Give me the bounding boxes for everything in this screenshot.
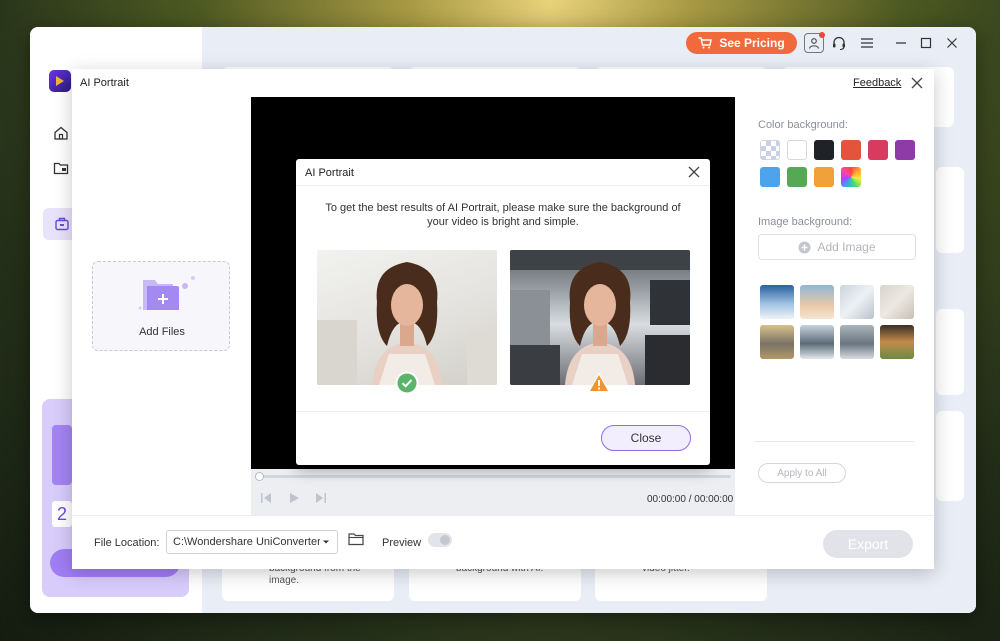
menu-icon[interactable] [856,32,878,54]
add-circle-icon [798,241,811,253]
background-thumbnail[interactable] [760,325,794,359]
swatch-orange-red[interactable] [841,140,861,160]
promo-number: 2 [52,501,72,527]
see-pricing-label: See Pricing [719,36,785,50]
close-window-icon[interactable] [941,32,963,54]
swatch-amber[interactable] [814,167,834,187]
time-separator: / [688,494,692,505]
account-icon[interactable] [804,32,825,53]
file-location-label: File Location: [94,537,160,549]
cart-icon [698,37,713,49]
app-logo [49,70,71,92]
previous-frame-icon[interactable] [259,491,273,505]
chevron-down-icon [320,535,332,549]
dialog-footer-divider [296,411,710,412]
maximize-icon[interactable] [915,32,937,54]
background-thumbnail[interactable] [840,285,874,319]
swatch-blue[interactable] [760,167,780,187]
add-folder-icon [138,276,195,310]
preview-toggle[interactable] [428,533,452,547]
add-files-label: Add Files [139,326,185,338]
background-thumbnail[interactable] [880,285,914,319]
feature-card[interactable] [936,411,964,501]
preview-label: Preview [382,537,422,549]
add-image-label: Add Image [817,240,876,254]
see-pricing-button[interactable]: See Pricing [686,32,797,54]
browse-folder-icon[interactable] [348,532,366,550]
video-progress-track[interactable] [255,472,731,481]
warning-icon [588,372,610,393]
portrait-figure [317,262,497,385]
minimize-icon[interactable] [890,32,912,54]
panel-footer: File Location: C:\Wondershare UniConvert… [72,515,934,569]
good-example-photo [317,250,497,385]
background-thumbnail[interactable] [760,285,794,319]
close-button[interactable]: Close [601,425,691,451]
swatch-green[interactable] [787,167,807,187]
panel-header: AI Portrait Feedback [72,69,934,97]
background-thumbnail[interactable] [840,325,874,359]
bad-example-photo [510,250,690,385]
toggle-knob [440,535,450,545]
video-time: 00:00:00 / 00:00:00 [647,494,733,505]
next-frame-icon[interactable] [314,491,328,505]
dialog-title: AI Portrait [305,167,354,179]
video-progress-knob[interactable] [255,472,264,481]
add-files-dropzone[interactable]: Add Files [92,261,230,351]
swatch-white[interactable] [787,140,807,160]
promo-graphic [52,425,72,485]
background-thumbnail[interactable] [800,325,834,359]
dialog-message: To get the best results of AI Portrait, … [325,202,681,228]
video-controls: 00:00:00 / 00:00:00 [251,469,735,515]
headset-icon[interactable] [828,32,850,54]
current-time: 00:00:00 [647,494,686,505]
feedback-link[interactable]: Feedback [853,77,901,89]
export-button[interactable]: Export [823,530,913,558]
portrait-figure [510,250,690,385]
add-image-button[interactable]: Add Image [758,234,916,260]
feature-card[interactable] [936,167,964,253]
notification-dot [819,32,825,38]
swatch-crimson[interactable] [868,140,888,160]
swatch-black[interactable] [814,140,834,160]
feature-card[interactable] [936,309,964,395]
dialog-header: AI Portrait [296,159,710,186]
play-icon[interactable] [287,491,301,505]
total-time: 00:00:00 [694,494,734,505]
check-icon [395,371,419,395]
file-location-value: C:\Wondershare UniConverter 1 [173,536,330,548]
panel-title: AI Portrait [80,77,129,89]
apply-to-all-button[interactable]: Apply to All [758,463,846,483]
ai-portrait-dialog: AI Portrait To get the best results of A… [296,159,710,465]
background-thumbnail[interactable] [800,285,834,319]
swatch-custom-color[interactable] [841,167,861,187]
background-thumbnail[interactable] [880,325,914,359]
file-location-select[interactable]: C:\Wondershare UniConverter 1 [166,530,338,554]
panel-close-icon[interactable] [909,75,925,91]
settings-divider [754,441,914,442]
swatch-purple[interactable] [895,140,915,160]
swatch-transparent[interactable] [760,140,780,160]
color-background-label: Color background: [758,119,848,131]
image-background-label: Image background: [758,216,853,228]
dialog-close-icon[interactable] [687,165,701,179]
